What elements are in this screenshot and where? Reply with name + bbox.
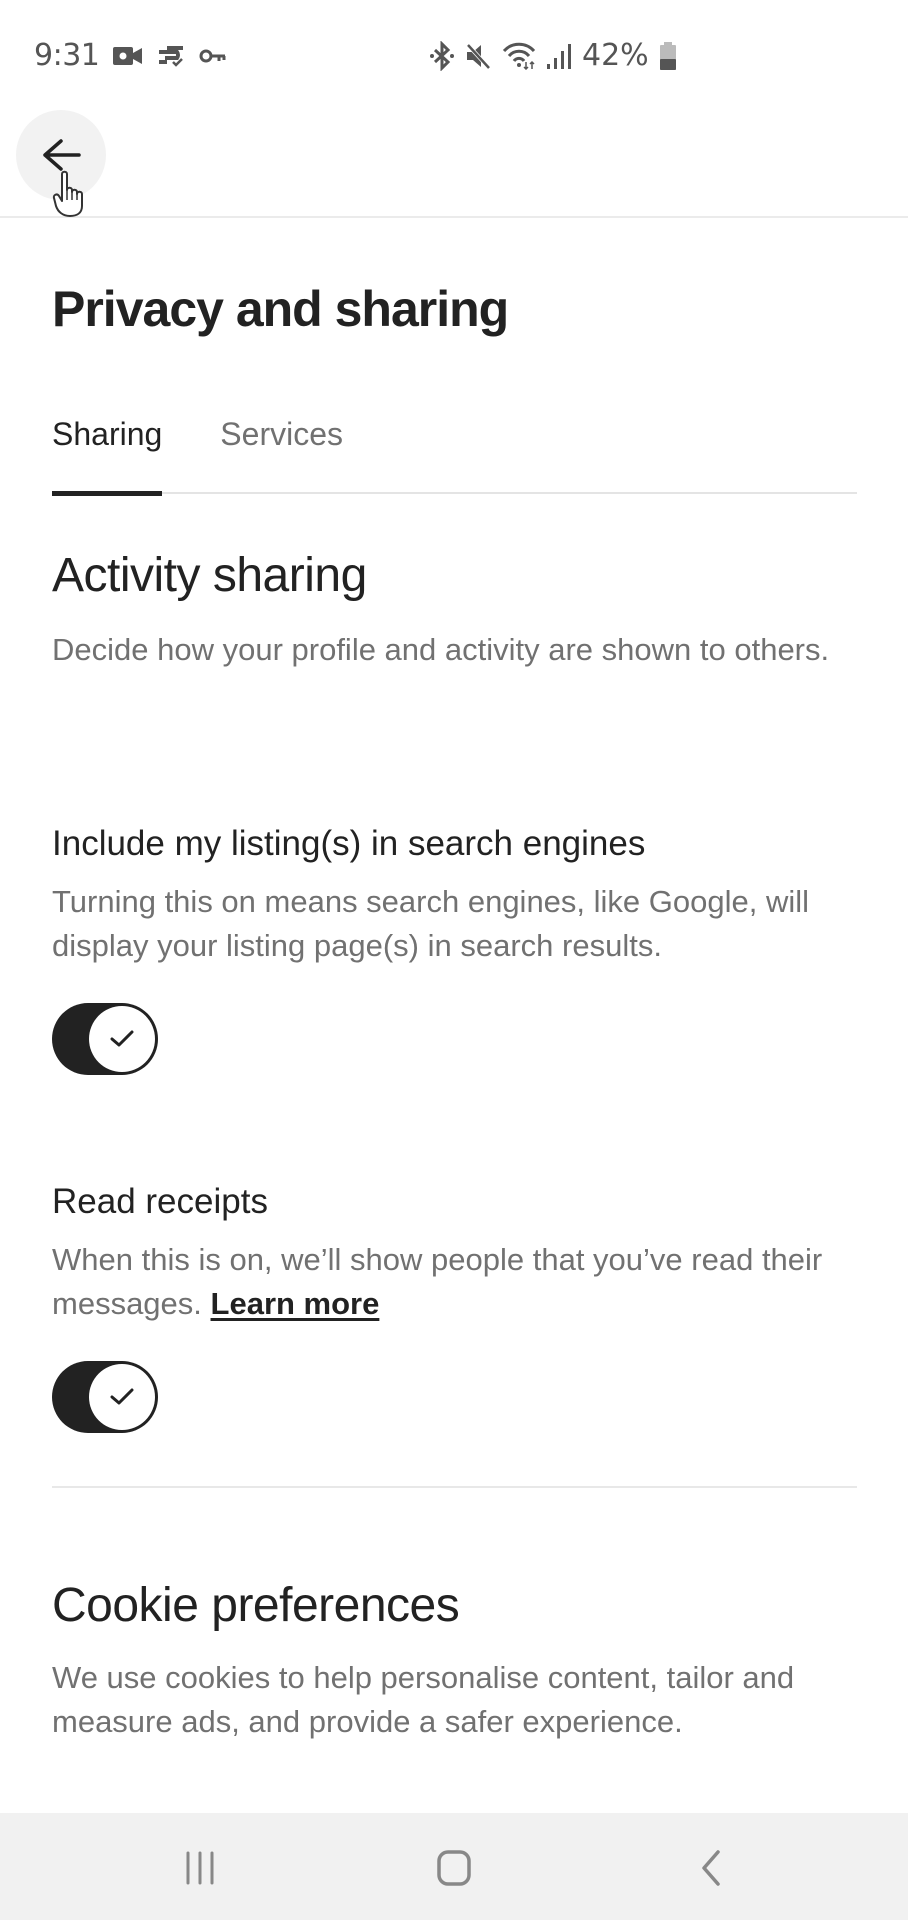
wifi-icon bbox=[502, 42, 536, 70]
learn-more-link[interactable]: Learn more bbox=[211, 1286, 380, 1321]
activity-sharing-description: Decide how your profile and activity are… bbox=[52, 632, 830, 667]
sync-check-icon bbox=[157, 44, 185, 68]
activity-sharing-heading: Activity sharing bbox=[52, 549, 367, 602]
search-engines-setting-title: Include my listing(s) in search engines bbox=[52, 824, 646, 863]
tab-sharing[interactable]: Sharing bbox=[52, 408, 163, 496]
battery-icon bbox=[659, 41, 677, 71]
read-receipts-setting-description: When this is on, we’ll show people that … bbox=[52, 1238, 862, 1326]
tab-bar: Sharing Services bbox=[52, 408, 857, 496]
header bbox=[0, 110, 908, 218]
cookie-preferences-heading: Cookie preferences bbox=[52, 1579, 460, 1632]
system-back-button[interactable] bbox=[680, 1843, 740, 1893]
chevron-left-icon bbox=[702, 1850, 720, 1886]
home-button[interactable] bbox=[424, 1843, 484, 1893]
section-divider bbox=[52, 1486, 857, 1488]
status-left: 9:31 bbox=[34, 38, 227, 73]
recent-apps-button[interactable] bbox=[170, 1843, 230, 1893]
signal-icon bbox=[546, 42, 572, 70]
status-time: 9:31 bbox=[34, 38, 100, 73]
status-right: 42% bbox=[430, 38, 677, 73]
read-receipts-setting-title: Read receipts bbox=[52, 1182, 268, 1221]
hand-cursor-icon bbox=[52, 170, 86, 223]
cookie-preferences-description: We use cookies to help personalise conte… bbox=[52, 1660, 795, 1739]
recent-apps-icon bbox=[186, 1851, 214, 1885]
mute-icon bbox=[464, 42, 492, 70]
search-engines-toggle[interactable] bbox=[52, 1003, 158, 1075]
home-icon bbox=[437, 1850, 471, 1886]
system-nav-bar bbox=[0, 1813, 908, 1920]
status-bar: 9:31 42% bbox=[0, 0, 908, 110]
read-receipts-description-text: When this is on, we’ll show people that … bbox=[52, 1242, 823, 1321]
search-engines-setting-description: Turning this on means search engines, li… bbox=[52, 884, 810, 963]
arrow-left-icon bbox=[43, 139, 81, 171]
video-camera-icon bbox=[113, 45, 143, 67]
toggle-knob bbox=[89, 1006, 155, 1072]
read-receipts-toggle[interactable] bbox=[52, 1361, 158, 1433]
page-title: Privacy and sharing bbox=[52, 281, 509, 337]
vpn-key-icon bbox=[199, 47, 227, 65]
bluetooth-icon bbox=[430, 40, 454, 71]
tab-services[interactable]: Services bbox=[220, 408, 343, 494]
battery-percentage: 42% bbox=[582, 38, 649, 73]
checkmark-icon bbox=[110, 1388, 134, 1405]
checkmark-icon bbox=[110, 1030, 134, 1047]
toggle-knob bbox=[89, 1364, 155, 1430]
